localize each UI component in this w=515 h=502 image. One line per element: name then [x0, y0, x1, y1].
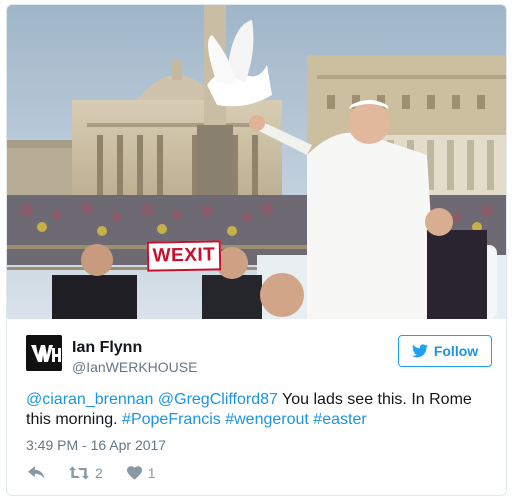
mention-link[interactable]: @ciaran_brennan: [26, 391, 153, 408]
like-count: 1: [147, 465, 156, 481]
like-button[interactable]: 1: [126, 465, 156, 481]
wexit-sign: WEXIT: [146, 240, 222, 272]
author-handle[interactable]: @IanWERKHOUSE: [72, 359, 197, 375]
tweet-actions: 2 1: [28, 463, 180, 483]
author-name[interactable]: Ian Flynn: [72, 339, 142, 357]
tweet-photo[interactable]: WEXIT: [7, 5, 506, 319]
tweet-header: Ian Flynn @IanWERKHOUSE Follow: [26, 333, 492, 383]
retweet-count: 2: [95, 465, 103, 481]
tweet-text: @ciaran_brennan @GregClifford87 You lads…: [26, 390, 496, 430]
tweet-card: WEXIT Ian Flynn @IanWERKHOUSE Follow @ci…: [6, 4, 507, 496]
hashtag-link[interactable]: #PopeFrancis: [122, 411, 221, 428]
retweet-icon: [69, 466, 89, 480]
heart-icon: [126, 466, 142, 480]
tweet-timestamp[interactable]: 3:49 PM - 16 Apr 2017: [26, 437, 166, 453]
wh-logo-avatar-icon[interactable]: [26, 335, 62, 371]
photo-illustration: [7, 5, 506, 319]
mention-link[interactable]: @GregClifford87: [158, 391, 278, 408]
follow-label: Follow: [433, 343, 479, 359]
reply-icon: [28, 466, 45, 479]
retweet-button[interactable]: 2: [69, 465, 103, 481]
hashtag-link[interactable]: #wengerout: [225, 411, 309, 428]
twitter-bird-icon: [411, 344, 428, 358]
reply-button[interactable]: [28, 466, 45, 480]
follow-button[interactable]: Follow: [398, 335, 492, 367]
hashtag-link[interactable]: #easter: [313, 411, 366, 428]
